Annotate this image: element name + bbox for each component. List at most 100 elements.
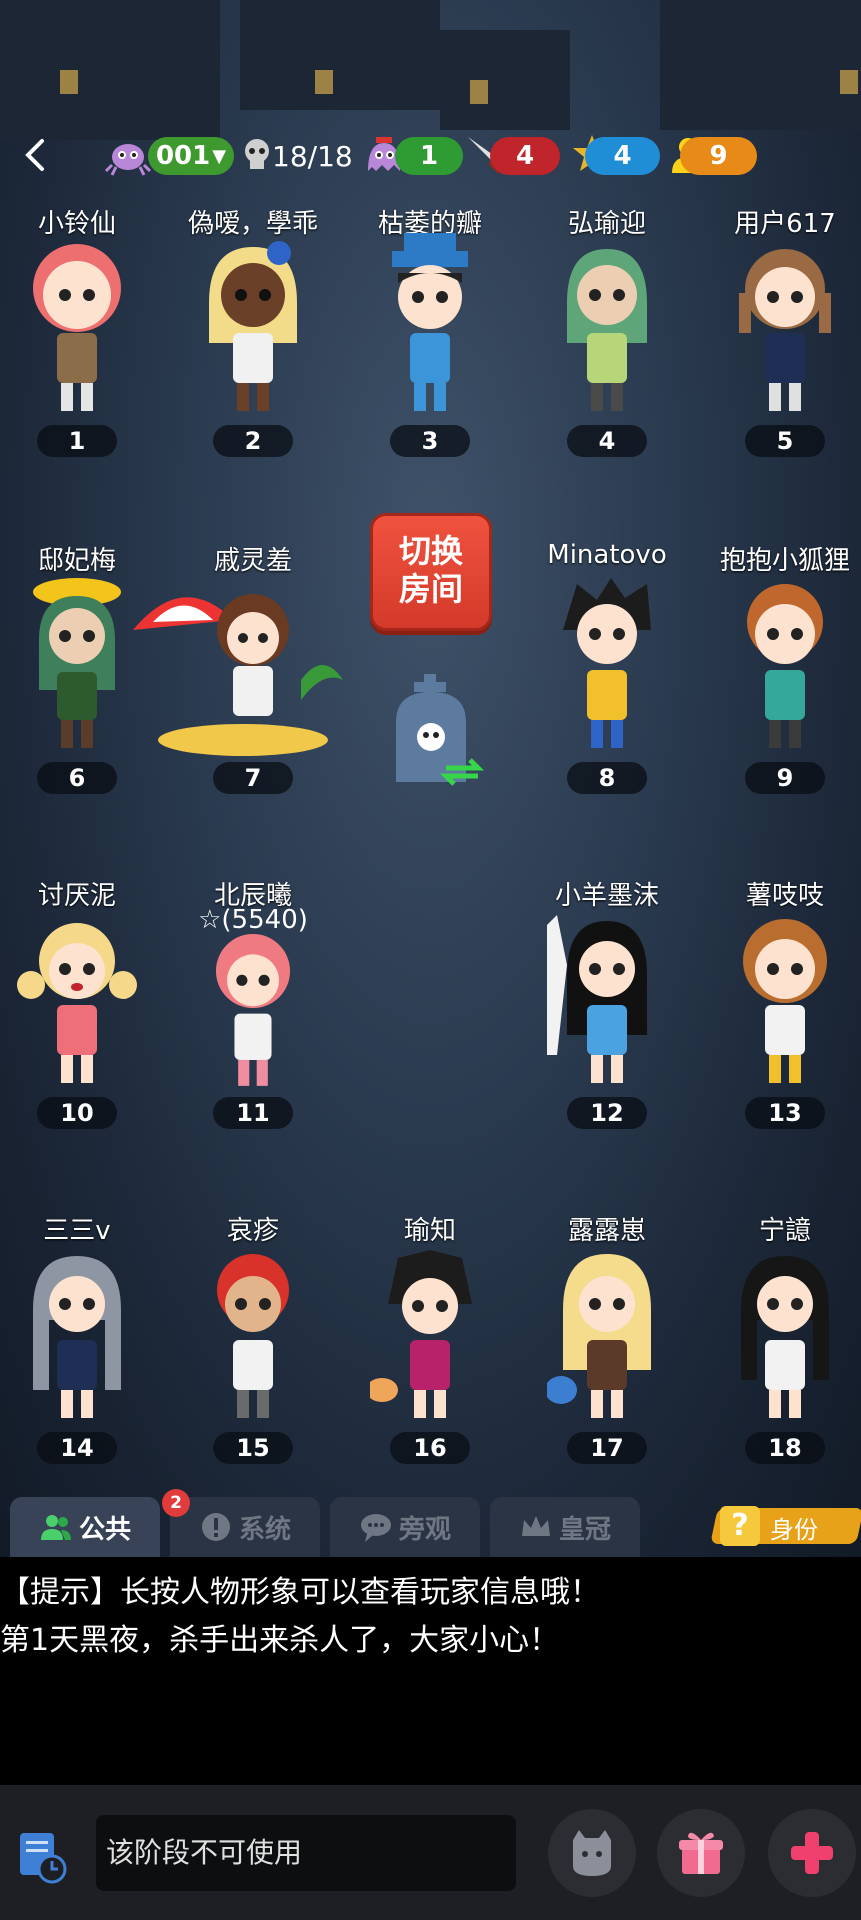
ghost-count: 1 bbox=[419, 141, 439, 171]
tab-system-label: 系统 bbox=[238, 1514, 291, 1545]
beach-avatar[interactable] bbox=[133, 570, 353, 760]
crown-icon bbox=[521, 1516, 550, 1536]
player-avatar[interactable] bbox=[545, 1240, 667, 1430]
seat-number: 6 bbox=[37, 762, 117, 794]
seat-number: 5 bbox=[745, 425, 825, 457]
seat-number: 1 bbox=[37, 425, 117, 457]
seat-number: 17 bbox=[567, 1432, 647, 1464]
room-number: 001 bbox=[155, 141, 211, 171]
switch-room-button[interactable]: 切换 房间 bbox=[370, 513, 492, 631]
tombstone-swap-icon[interactable] bbox=[386, 672, 486, 792]
room-number-pill[interactable]: 001 ▼ bbox=[148, 137, 234, 175]
system-unread-badge: 2 bbox=[162, 1489, 190, 1517]
player-avatar[interactable] bbox=[725, 233, 845, 423]
ghost-spider-icon bbox=[104, 131, 152, 179]
ghost-count-pill: 1 bbox=[395, 137, 463, 175]
player-avatar[interactable] bbox=[537, 905, 667, 1095]
player-slot-18[interactable]: 宁譩 18 bbox=[700, 1210, 861, 1490]
switch-room-line2: 房间 bbox=[398, 570, 463, 608]
player-slot-9[interactable]: 抱抱小狐狸 9 bbox=[700, 540, 861, 820]
tab-public[interactable]: 公共 bbox=[10, 1497, 160, 1557]
tab-watch-label: 旁观 bbox=[398, 1514, 451, 1545]
police-count-pill: 4 bbox=[585, 137, 660, 175]
chat-message: 【提示】长按人物形象可以查看玩家信息哦！ bbox=[0, 1575, 600, 1610]
seat-number: 13 bbox=[745, 1097, 825, 1129]
tab-crown-label: 皇冠 bbox=[558, 1514, 611, 1545]
player-avatar[interactable] bbox=[725, 570, 845, 760]
police-count: 4 bbox=[613, 141, 632, 171]
civilian-count: 9 bbox=[709, 141, 728, 171]
bottom-input-bar: 该阶段不可使用 bbox=[0, 1785, 861, 1920]
player-avatar[interactable] bbox=[17, 233, 137, 423]
tab-system[interactable]: 系统 bbox=[170, 1497, 320, 1557]
killer-count-pill: 4 bbox=[490, 137, 560, 175]
cat-face-icon bbox=[573, 1830, 611, 1876]
civilian-count-pill: 9 bbox=[680, 137, 757, 175]
player-avatar[interactable] bbox=[370, 233, 490, 423]
player-avatar[interactable] bbox=[193, 921, 313, 1097]
player-slot-14[interactable]: 三三v 14 bbox=[0, 1210, 162, 1490]
player-name: Minatovo bbox=[547, 540, 667, 570]
player-slot-3[interactable]: 枯萎的瓣 3 bbox=[345, 203, 515, 483]
chat-input[interactable]: 该阶段不可使用 bbox=[96, 1815, 516, 1891]
seat-number: 4 bbox=[567, 425, 647, 457]
player-slot-4[interactable]: 弘瑜迎 4 bbox=[522, 203, 692, 483]
skull-icon bbox=[240, 131, 274, 179]
player-avatar[interactable] bbox=[547, 233, 667, 423]
seat-number: 18 bbox=[745, 1432, 825, 1464]
seat-number: 3 bbox=[390, 425, 470, 457]
switch-room-line1: 切换 bbox=[398, 532, 463, 570]
question-icon: ? bbox=[720, 1506, 760, 1546]
player-slot-7[interactable]: 戚灵羞 7 bbox=[133, 540, 343, 820]
seat-number: 11 bbox=[213, 1097, 293, 1129]
player-slot-5[interactable]: 用户617 5 bbox=[700, 203, 861, 483]
tab-watch[interactable]: 旁观 bbox=[330, 1497, 480, 1557]
alert-icon bbox=[201, 1513, 230, 1541]
player-slot-2[interactable]: 偽嗳，學乖 2 bbox=[168, 203, 338, 483]
player-slot-8[interactable]: Minatovo 8 bbox=[522, 540, 692, 820]
emoji-button[interactable] bbox=[548, 1809, 636, 1897]
back-button[interactable] bbox=[16, 135, 56, 175]
alive-count-text: 18/18 bbox=[272, 139, 353, 173]
chat-log[interactable]: 【提示】长按人物形象可以查看玩家信息哦！ 第1天黑夜，杀手出来杀人了，大家小心！ bbox=[0, 1557, 861, 1785]
seat-number: 7 bbox=[213, 762, 293, 794]
seat-number: 9 bbox=[745, 762, 825, 794]
chat-bubble-icon bbox=[360, 1514, 391, 1542]
player-slot-16[interactable]: 瑜知 16 bbox=[345, 1210, 515, 1490]
player-avatar[interactable] bbox=[193, 233, 313, 423]
player-avatar[interactable] bbox=[17, 1240, 137, 1430]
player-avatar[interactable] bbox=[725, 905, 845, 1095]
plus-icon bbox=[791, 1832, 833, 1874]
seat-number: 8 bbox=[567, 762, 647, 794]
game-log-clock-icon[interactable] bbox=[14, 1829, 70, 1885]
seat-number: 16 bbox=[390, 1432, 470, 1464]
player-slot-10[interactable]: 讨厌泥 10 bbox=[0, 875, 162, 1155]
identity-label: 身份 bbox=[770, 1516, 818, 1544]
player-avatar[interactable] bbox=[366, 1240, 490, 1430]
player-slot-13[interactable]: 薯吱吱 13 bbox=[700, 875, 861, 1155]
more-button[interactable] bbox=[768, 1809, 856, 1897]
player-avatar[interactable] bbox=[17, 905, 137, 1095]
users-icon bbox=[40, 1515, 71, 1540]
player-slot-17[interactable]: 露露崽 17 bbox=[522, 1210, 692, 1490]
player-avatar[interactable] bbox=[193, 1240, 313, 1430]
player-slot-11[interactable]: 北辰曦 ☆(5540) 11 bbox=[168, 875, 338, 1155]
tab-public-label: 公共 bbox=[78, 1514, 131, 1545]
gift-button[interactable] bbox=[657, 1809, 745, 1897]
seat-number: 15 bbox=[213, 1432, 293, 1464]
chat-message: 第1天黑夜，杀手出来杀人了，大家小心！ bbox=[0, 1623, 560, 1658]
top-status-bar: 001 ▼ 18/18 1 4 4 9 bbox=[0, 125, 861, 187]
player-avatar[interactable] bbox=[725, 1240, 845, 1430]
seat-number: 10 bbox=[37, 1097, 117, 1129]
player-avatar[interactable] bbox=[17, 570, 137, 760]
gift-icon bbox=[679, 1832, 723, 1874]
chevron-left-icon bbox=[25, 139, 44, 171]
seat-number: 12 bbox=[567, 1097, 647, 1129]
player-avatar[interactable] bbox=[547, 570, 667, 760]
player-slot-15[interactable]: 哀疹 15 bbox=[168, 1210, 338, 1490]
killer-count: 4 bbox=[515, 141, 535, 171]
player-slot-12[interactable]: 小羊墨沫 12 bbox=[522, 875, 692, 1155]
player-slot-1[interactable]: 小铃仙 1 bbox=[0, 203, 162, 483]
seat-number: 2 bbox=[213, 425, 293, 457]
tab-crown[interactable]: 皇冠 bbox=[490, 1497, 640, 1557]
